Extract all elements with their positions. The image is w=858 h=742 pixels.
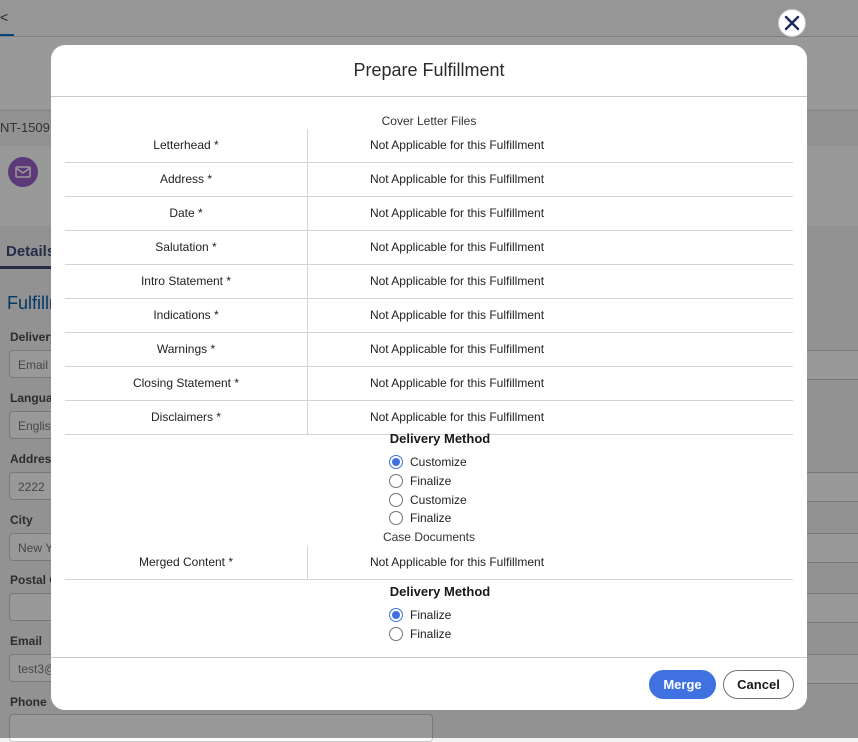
radio-label: Finalize [410,511,452,525]
modal-body: Cover Letter Files Letterhead * Not Appli… [51,97,807,659]
table-row: Closing Statement * Not Applicable for th… [65,367,793,401]
radio-label: Finalize [410,627,452,641]
table-row: Disclaimers * Not Applicable for this Ful… [65,401,793,435]
cover-letter-table: Letterhead * Not Applicable for this Fulf… [65,129,793,435]
delivery-option-customize[interactable]: Customize [389,453,467,471]
row-label: Intro Statement * [65,265,308,298]
row-value: Not Applicable for this Fulfillment [369,206,545,220]
delivery-method-title: Delivery Method [389,584,491,599]
delivery-option-finalize[interactable]: Finalize [389,472,451,490]
table-row: Date * Not Applicable for this Fulfillmen… [65,197,793,231]
row-label: Indications * [65,299,308,332]
merge-button[interactable]: Merge [649,670,716,699]
radio-button[interactable] [389,627,403,641]
close-button[interactable] [778,9,806,37]
row-label: Address * [65,163,308,196]
table-row: Address * Not Applicable for this Fulfill… [65,163,793,197]
row-label: Date * [65,197,308,230]
case-documents-caption: Case Documents [382,530,476,544]
table-row: Merged Content * Not Applicable for this … [65,546,793,580]
row-label: Closing Statement * [65,367,308,400]
row-label: Merged Content * [65,546,308,579]
radio-label: Customize [410,455,467,469]
row-value: Not Applicable for this Fulfillment [369,342,545,356]
table-row: Indications * Not Applicable for this Ful… [65,299,793,333]
row-value: Not Applicable for this Fulfillment [369,240,545,254]
delivery-option-finalize[interactable]: Finalize [389,606,451,624]
radio-button[interactable] [389,455,403,469]
delivery-method-title: Delivery Method [389,431,491,446]
modal-header: Prepare Fulfillment [51,45,807,97]
case-documents-table: Merged Content * Not Applicable for this … [65,546,793,580]
close-icon [784,15,800,31]
table-row: Intro Statement * Not Applicable for this… [65,265,793,299]
radio-label: Finalize [410,608,452,622]
radio-button[interactable] [389,511,403,525]
row-value: Not Applicable for this Fulfillment [369,138,545,152]
table-row: Warnings * Not Applicable for this Fulfil… [65,333,793,367]
row-value: Not Applicable for this Fulfillment [369,555,545,569]
radio-button[interactable] [389,474,403,488]
radio-label: Customize [410,493,467,507]
row-label: Disclaimers * [65,401,308,434]
delivery-option-customize[interactable]: Customize [389,491,467,509]
row-label: Letterhead * [65,129,308,162]
row-value: Not Applicable for this Fulfillment [369,410,545,424]
table-row: Salutation * Not Applicable for this Fulf… [65,231,793,265]
row-label: Warnings * [65,333,308,366]
row-value: Not Applicable for this Fulfillment [369,274,545,288]
delivery-option-finalize[interactable]: Finalize [389,509,451,527]
radio-label: Finalize [410,474,452,488]
table-row: Letterhead * Not Applicable for this Fulf… [65,129,793,163]
delivery-option-finalize[interactable]: Finalize [389,625,451,643]
row-value: Not Applicable for this Fulfillment [369,172,545,186]
row-value: Not Applicable for this Fulfillment [369,308,545,322]
radio-button[interactable] [389,493,403,507]
modal-title: Prepare Fulfillment [353,60,505,80]
row-label: Salutation * [65,231,308,264]
prepare-fulfillment-modal: Prepare Fulfillment Cover Letter Files L… [51,45,807,710]
radio-button[interactable] [389,608,403,622]
row-value: Not Applicable for this Fulfillment [369,376,545,390]
cover-letter-caption: Cover Letter Files [381,114,477,128]
modal-footer: Merge Cancel [51,657,807,710]
cancel-button[interactable]: Cancel [723,670,794,699]
